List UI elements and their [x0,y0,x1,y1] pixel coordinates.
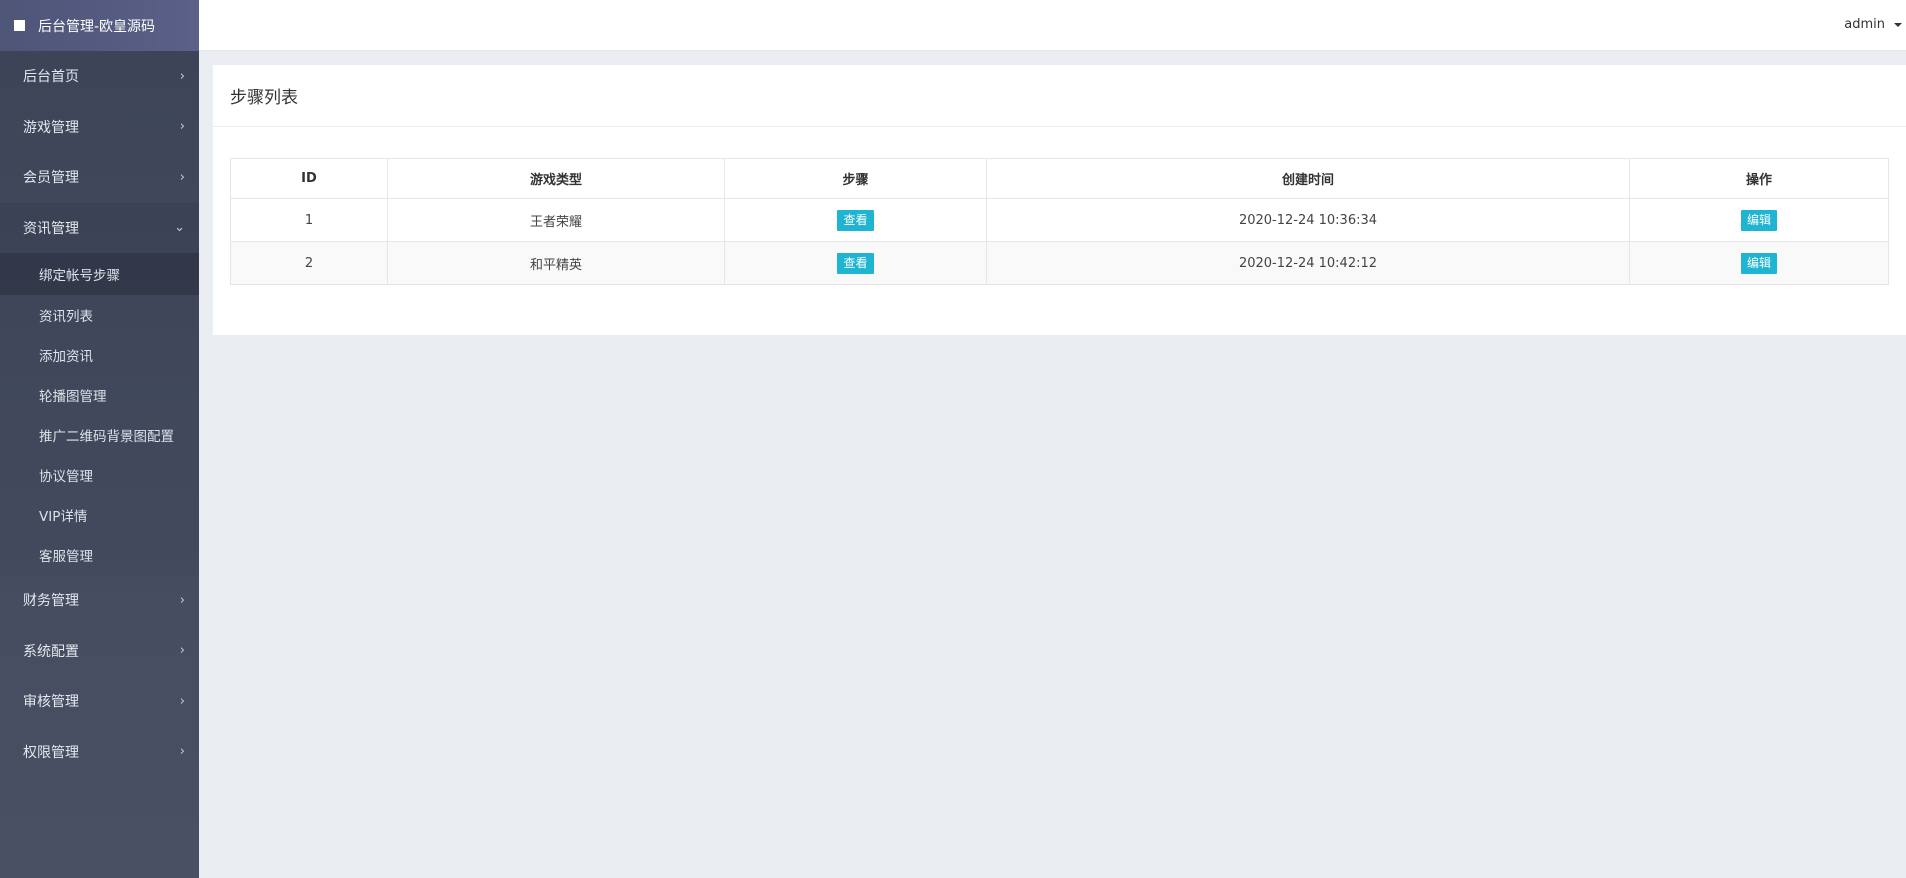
nav-item-system[interactable]: 系统配置 › [0,626,199,677]
cell-game-type: 和平精英 [387,241,725,285]
sub-item-news-list[interactable]: 资讯列表 [0,295,199,335]
cell-actions: 编辑 [1629,241,1889,285]
chevron-right-icon: › [179,169,185,185]
sub-item-label: 推广二维码背景图配置 [39,429,174,445]
table-row: 1 王者荣耀 查看 2020-12-24 10:36:34 编辑 [230,198,1889,242]
nav-item-label: 权限管理 [23,744,79,761]
cell-steps: 查看 [724,198,987,242]
chevron-right-icon: › [179,119,185,135]
sub-item-qrcode-bg[interactable]: 推广二维码背景图配置 [0,415,199,455]
sub-item-label: 轮播图管理 [39,389,107,405]
column-header-id: ID [230,158,388,199]
table-header-row: ID 游戏类型 步骤 创建时间 操作 [230,158,1889,199]
sub-item-add-news[interactable]: 添加资讯 [0,335,199,375]
nav-item-review[interactable]: 审核管理 › [0,676,199,727]
nav-item-label: 游戏管理 [23,119,79,136]
nav-item-label: 财务管理 [23,593,79,610]
sub-item-label: 客服管理 [39,549,93,565]
cell-steps: 查看 [724,241,987,285]
username: admin [1844,17,1885,32]
user-menu[interactable]: admin [1844,17,1902,32]
nav-item-finance[interactable]: 财务管理 › [0,575,199,626]
sub-item-agreement[interactable]: 协议管理 [0,455,199,495]
brand-title: 后台管理-欧皇源码 [38,18,156,35]
nav-item-permissions[interactable]: 权限管理 › [0,727,199,778]
sub-item-carousel[interactable]: 轮播图管理 [0,375,199,415]
cell-id: 1 [230,198,388,242]
sidebar: 后台管理-欧皇源码 后台首页 › 游戏管理 › 会员管理 › 资讯管理 ⌄ 绑定… [0,0,199,878]
column-header-created: 创建时间 [986,158,1630,199]
table-row: 2 和平精英 查看 2020-12-24 10:42:12 编辑 [230,241,1889,285]
nav-item-label: 后台首页 [23,69,79,86]
nav-submenu-news: 绑定帐号步骤 资讯列表 添加资讯 轮播图管理 推广二维码背景图配置 协议管理 V… [0,253,199,575]
sub-item-vip[interactable]: VIP详情 [0,495,199,535]
sub-item-label: 协议管理 [39,469,93,485]
nav-item-label: 审核管理 [23,694,79,711]
sub-item-label: 绑定帐号步骤 [39,268,120,284]
page-title: 步骤列表 [230,88,298,108]
sub-item-bind-steps[interactable]: 绑定帐号步骤 [0,253,199,295]
chevron-right-icon: › [179,744,185,760]
sub-item-label: 资讯列表 [39,309,93,325]
cell-actions: 编辑 [1629,198,1889,242]
cell-created: 2020-12-24 10:42:12 [986,241,1630,285]
nav-item-home[interactable]: 后台首页 › [0,51,199,102]
chevron-right-icon: › [179,643,185,659]
cell-id: 2 [230,241,388,285]
steps-table: ID 游戏类型 步骤 创建时间 操作 1 王者荣耀 查看 2020-12-24 … [230,158,1889,285]
nav-item-label: 系统配置 [23,643,79,660]
brand-bar: 后台管理-欧皇源码 [0,0,199,51]
sub-item-label: VIP详情 [39,509,88,525]
column-header-game-type: 游戏类型 [387,158,725,199]
steps-table-wrap: ID 游戏类型 步骤 创建时间 操作 1 王者荣耀 查看 2020-12-24 … [230,158,1889,285]
column-header-actions: 操作 [1629,158,1889,199]
edit-button[interactable]: 编辑 [1740,252,1777,274]
edit-button[interactable]: 编辑 [1740,209,1777,231]
nav-item-members[interactable]: 会员管理 › [0,152,199,203]
chevron-right-icon: › [179,68,185,84]
caret-down-icon [1894,22,1902,27]
column-header-steps: 步骤 [724,158,987,199]
chevron-right-icon: › [179,693,185,709]
nav-item-news[interactable]: 资讯管理 ⌄ [0,202,199,253]
nav-item-games[interactable]: 游戏管理 › [0,102,199,153]
cell-game-type: 王者荣耀 [387,198,725,242]
sub-item-customer-service[interactable]: 客服管理 [0,535,199,575]
card-header: 步骤列表 [213,65,1906,127]
cell-created: 2020-12-24 10:36:34 [986,198,1630,242]
chevron-right-icon: › [179,592,185,608]
topbar: admin [199,0,1906,51]
chevron-down-icon: ⌄ [174,220,185,236]
nav-item-label: 会员管理 [23,170,79,187]
view-button[interactable]: 查看 [837,252,874,274]
view-button[interactable]: 查看 [837,209,874,231]
content-card: 步骤列表 ID 游戏类型 步骤 创建时间 操作 1 王者荣耀 查看 2020-1… [213,65,1906,335]
sub-item-label: 添加资讯 [39,349,93,365]
logo-square-icon [14,20,25,31]
nav-item-label: 资讯管理 [23,220,79,237]
